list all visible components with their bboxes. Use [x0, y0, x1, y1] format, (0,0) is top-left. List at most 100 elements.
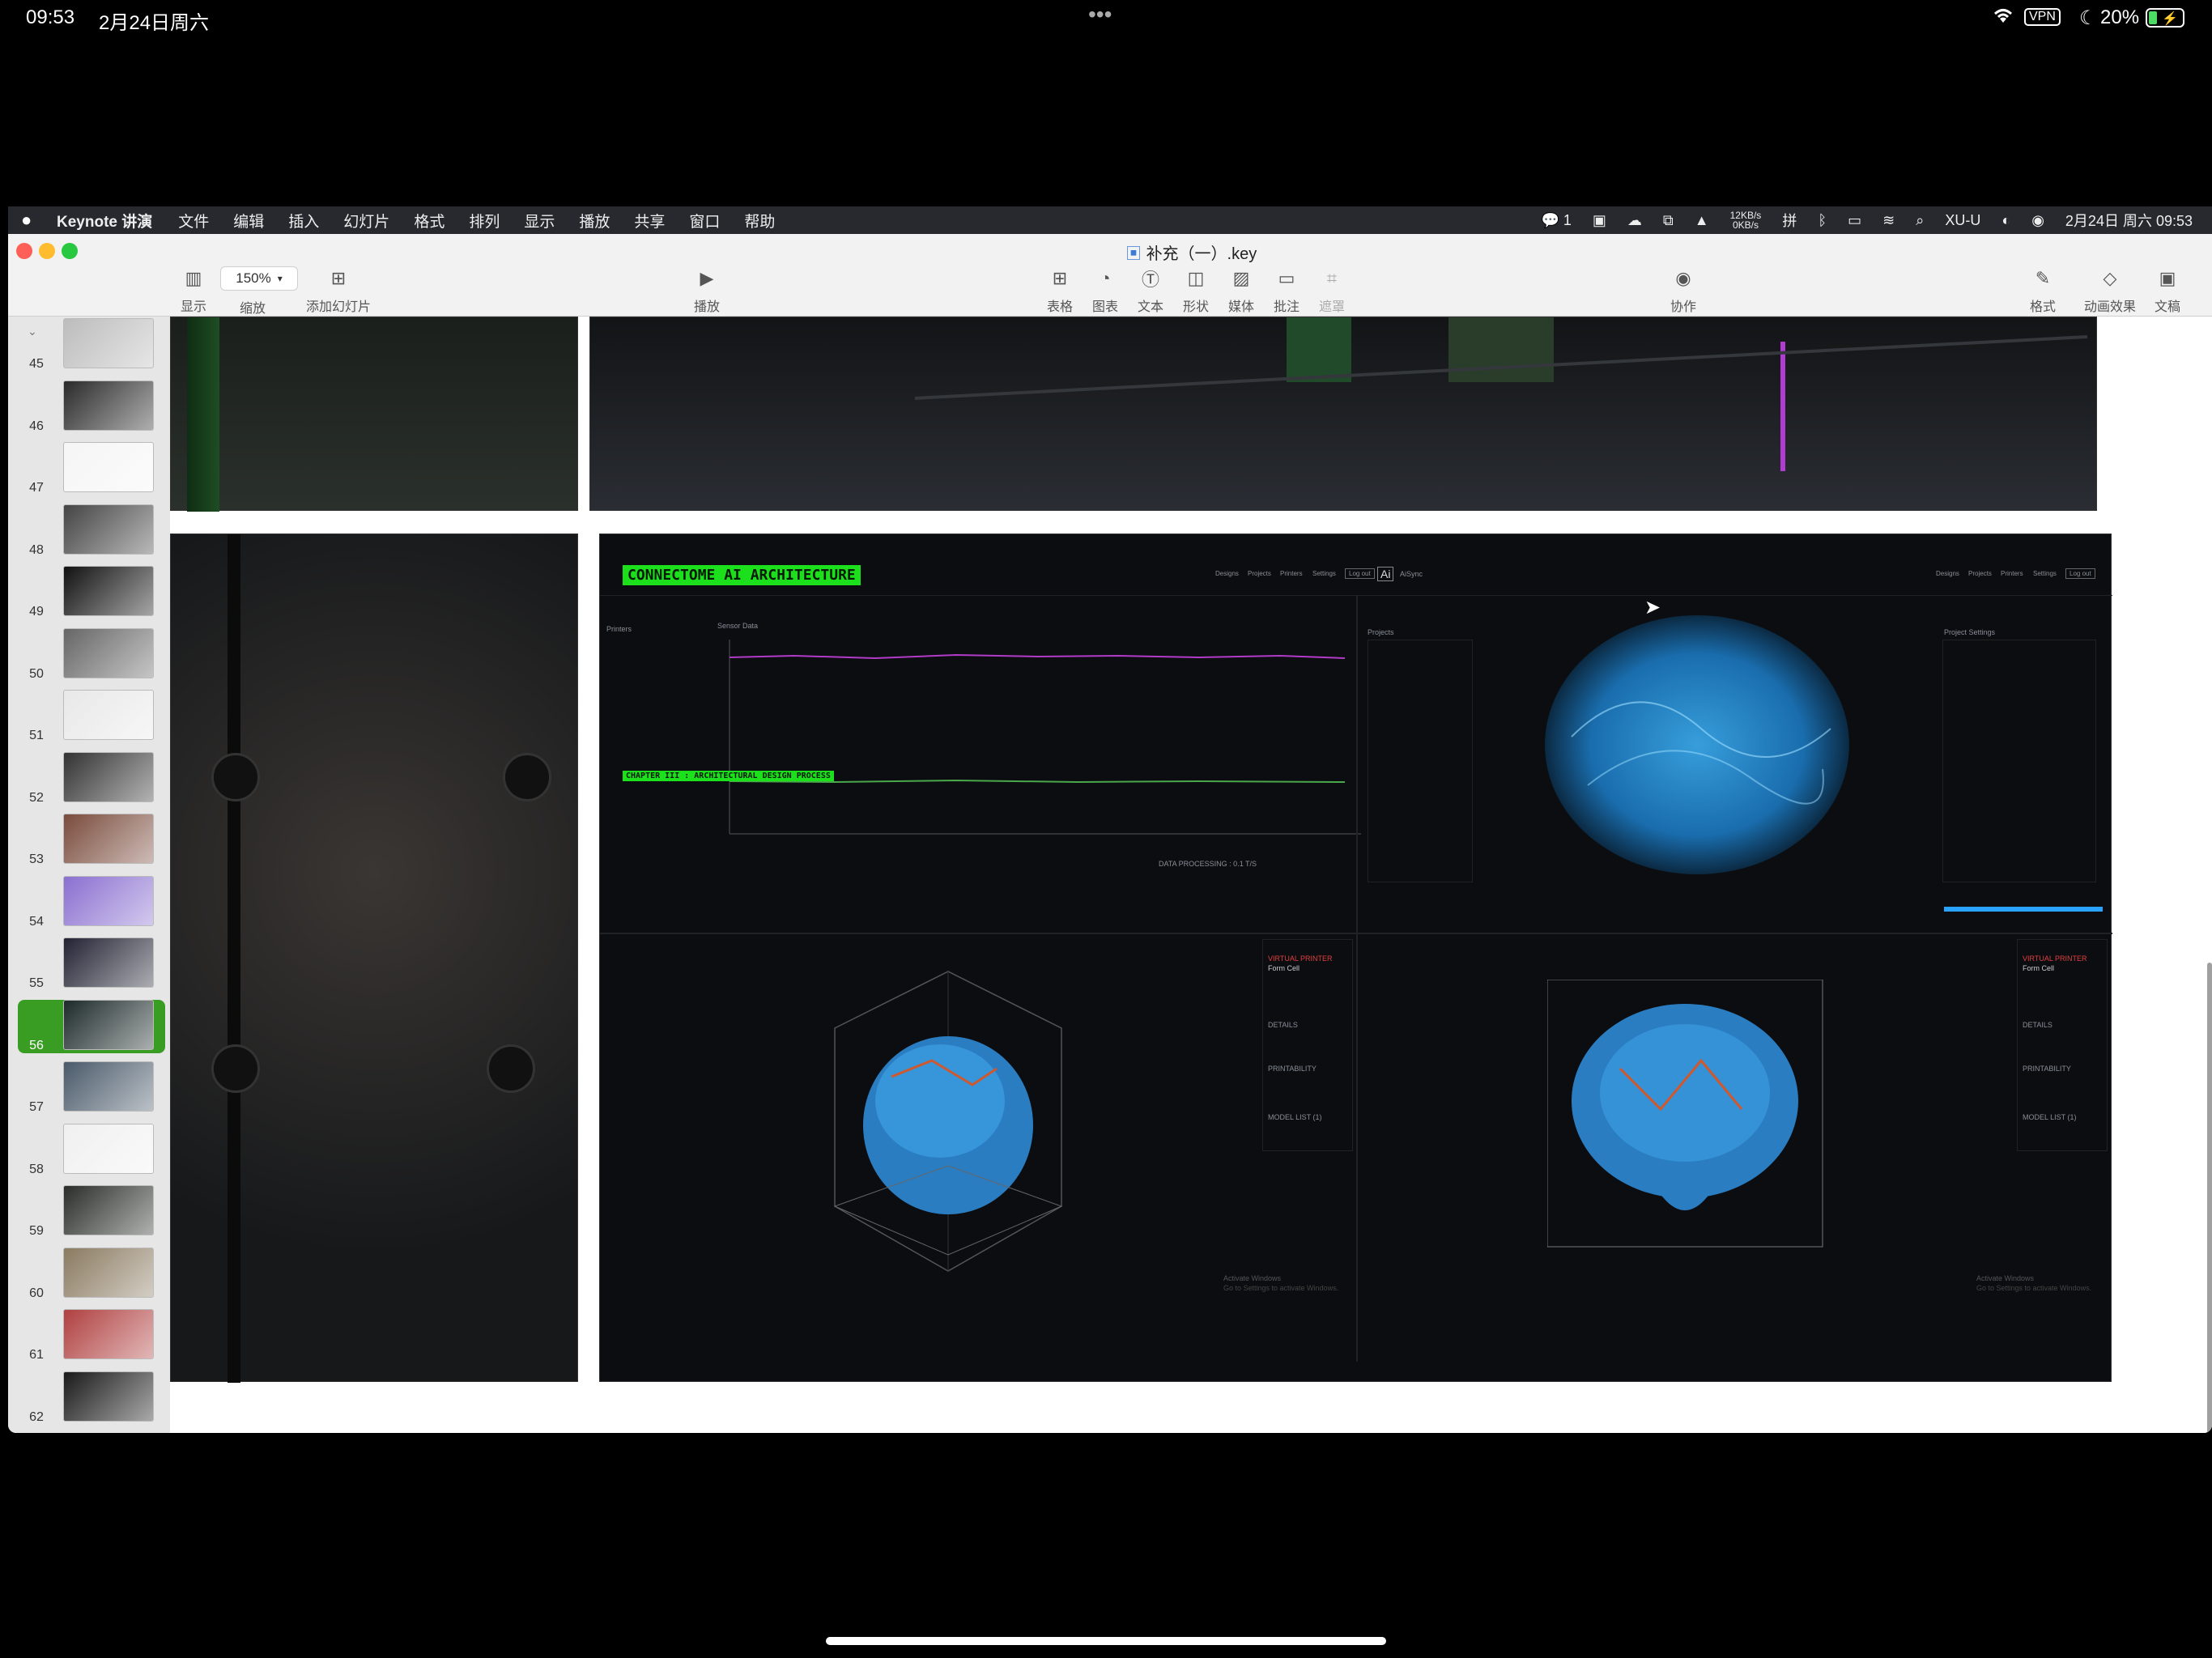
menubar-status-area: 💬 1 ▣ ☁ ⧉ ▲ 12KB/s 0KB/s 拼 ᛒ ▭ ≋ ⌕ XU-U …	[1541, 206, 2193, 234]
printer-panel-left: VIRTUAL PRINTER Form Cell DETAILS PRINTA…	[1262, 939, 1353, 1151]
slide-image-top-left	[170, 317, 578, 512]
collaborate-button[interactable]: ◉ 协作	[1670, 266, 1697, 315]
nav-settings-2: Settings	[2033, 570, 2057, 577]
slide-thumbnail[interactable]: 52	[8, 751, 170, 806]
apple-icon[interactable]: ●	[21, 210, 32, 231]
mask-button[interactable]: ⌗ 遮罩	[1318, 266, 1346, 315]
slide-thumbnail[interactable]: 59	[8, 1185, 170, 1239]
cloud-icon[interactable]: ☁	[1627, 212, 1642, 229]
zoom-select[interactable]: 150% ▾	[220, 266, 298, 291]
activate-windows-text-2: Activate Windows	[1976, 1274, 2035, 1282]
slide-thumbnail-image	[63, 1247, 154, 1298]
slide-thumbnail[interactable]: 61	[8, 1309, 170, 1363]
slide-thumbnail[interactable]: 49	[8, 566, 170, 619]
add-slide-button[interactable]: ⊞ 添加幻灯片	[306, 266, 371, 315]
menu-window[interactable]: 窗口	[689, 210, 720, 232]
menubar-clock[interactable]: 2月24日 周六 09:53	[2065, 210, 2193, 231]
menu-file[interactable]: 文件	[178, 210, 209, 232]
menu-edit[interactable]: 编辑	[233, 210, 264, 232]
table-label: 表格	[1046, 300, 1073, 314]
model-list-label-2: MODEL LIST (1)	[2023, 1113, 2077, 1121]
slide-thumbnail[interactable]: 56	[18, 999, 165, 1053]
toolbar-view-button[interactable]: ▥ 显示	[180, 266, 207, 315]
slide-thumbnail[interactable]: 54	[8, 875, 170, 929]
comment-button[interactable]: ▭ 批注	[1273, 266, 1300, 315]
menu-format[interactable]: 格式	[414, 210, 445, 232]
menu-play[interactable]: 播放	[579, 210, 610, 232]
table-button[interactable]: ⊞ 表格	[1046, 266, 1074, 315]
collaborate-icon: ◉	[1675, 268, 1691, 288]
spotlight-4	[487, 1044, 535, 1093]
menu-arrange[interactable]: 排列	[469, 210, 500, 232]
sensor-graph	[729, 640, 1361, 835]
media-button[interactable]: ▨ 媒体	[1227, 266, 1255, 315]
play-button[interactable]: ▶ 播放	[693, 266, 721, 315]
wechat-icon[interactable]: 💬 1	[1541, 212, 1571, 229]
cat-icon[interactable]: ▲	[1695, 212, 1709, 229]
format-button[interactable]: ✎ 格式	[2029, 266, 2057, 315]
zoom-window-button[interactable]	[62, 243, 78, 259]
chart-button[interactable]: ◔ 图表	[1091, 266, 1119, 315]
slide-thumbnail[interactable]: 62	[8, 1371, 170, 1425]
menu-share[interactable]: 共享	[634, 210, 665, 232]
zoom-value: 150%	[236, 270, 271, 286]
slide-thumbnail[interactable]: 55	[8, 937, 170, 991]
wifi-menu-icon[interactable]: ≋	[1882, 212, 1895, 229]
home-indicator[interactable]	[826, 1637, 1386, 1645]
document-button[interactable]: ▣ 文稿	[2154, 266, 2181, 315]
multitask-dots-icon[interactable]: •••	[1088, 2, 1112, 28]
slide-thumbnail[interactable]: 60	[8, 1247, 170, 1301]
slide-thumbnail[interactable]: 46	[8, 380, 170, 434]
app-status-icon[interactable]: ▣	[1593, 212, 1606, 229]
ipad-time: 09:53	[26, 6, 75, 28]
slide-navigator[interactable]: ⌄ 45 46 47 48 49 50 51 52 53 54 55 56 57 58 59 60 61 62	[8, 317, 170, 1433]
shape-label: 形状	[1182, 300, 1209, 314]
slide-thumbnail[interactable]: 45	[8, 318, 170, 372]
activate-windows-sub-2: Go to Settings to activate Windows.	[1976, 1284, 2092, 1292]
slide-thumbnail[interactable]: 47	[8, 442, 170, 495]
mac-menubar: ● Keynote 讲演 文件 编辑 插入 幻灯片 格式 排列 显示 播放 共享…	[8, 206, 2212, 234]
battery-menu-icon[interactable]: ▭	[1848, 212, 1861, 229]
input-method-icon[interactable]: 拼	[1782, 210, 1797, 231]
keynote-doc-icon: ▣	[1125, 245, 1142, 263]
slide-thumbnail-image	[63, 751, 154, 802]
slide-thumbnail-image	[63, 380, 154, 431]
control-center-icon[interactable]: ◐	[2001, 212, 2010, 229]
virtual-printer-label-2: VIRTUAL PRINTER	[2023, 954, 2087, 963]
siri-icon[interactable]: ◉	[2031, 212, 2044, 229]
table-icon: ⊞	[1052, 268, 1068, 288]
slide-thumbnail[interactable]: 50	[8, 627, 170, 682]
slide-thumbnail[interactable]: 53	[8, 814, 170, 867]
slide-thumbnail[interactable]: 57	[8, 1061, 170, 1115]
slide-canvas[interactable]: CONNECTOME AI ARCHITECTURE Designs Proje…	[170, 317, 2212, 1433]
battery-icon: ⚡	[2146, 8, 2184, 28]
printer-panel-right: VIRTUAL PRINTER Form Cell DETAILS PRINTA…	[2017, 939, 2108, 1151]
window-icon[interactable]: ⧉	[1663, 212, 1674, 229]
animate-button[interactable]: ◇ 动画效果	[2084, 266, 2136, 315]
slide-main[interactable]: CONNECTOME AI ARCHITECTURE Designs Proje…	[599, 534, 2112, 1382]
close-button[interactable]	[16, 243, 32, 259]
slide-thumbnail[interactable]: 48	[8, 504, 170, 558]
minimize-button[interactable]	[39, 243, 55, 259]
menu-app-name[interactable]: Keynote 讲演	[57, 210, 152, 232]
search-icon[interactable]: ⌕	[1916, 212, 1924, 229]
menu-slide[interactable]: 幻灯片	[343, 210, 389, 232]
bluetooth-icon[interactable]: ᛒ	[1818, 212, 1827, 229]
canvas-scrollbar[interactable]	[2207, 963, 2212, 1433]
menu-help[interactable]: 帮助	[744, 210, 775, 232]
slide-thumbnail-image	[63, 1309, 154, 1359]
slide-image-top-main	[589, 317, 2097, 511]
slide-title: CONNECTOME AI ARCHITECTURE	[623, 565, 861, 585]
slide-thumbnail[interactable]: 58	[8, 1123, 170, 1177]
menu-view[interactable]: 显示	[524, 210, 555, 232]
slide-thumbnail[interactable]: 51	[8, 690, 170, 743]
network-speed: 12KB/s 0KB/s	[1730, 210, 1762, 230]
document-label: 文稿	[2154, 300, 2180, 314]
menu-insert[interactable]: 插入	[288, 210, 319, 232]
text-button[interactable]: Ⓣ 文本	[1137, 266, 1164, 315]
user-menu[interactable]: XU-U	[1945, 212, 1980, 229]
spotlight-1	[211, 753, 260, 801]
ipad-status-bar: 09:53 2月24日周六 ••• VPN ☾ 20% ⚡	[0, 0, 2212, 39]
slide-thumbnail-image	[63, 566, 154, 616]
shape-button[interactable]: ◫ 形状	[1182, 266, 1210, 315]
